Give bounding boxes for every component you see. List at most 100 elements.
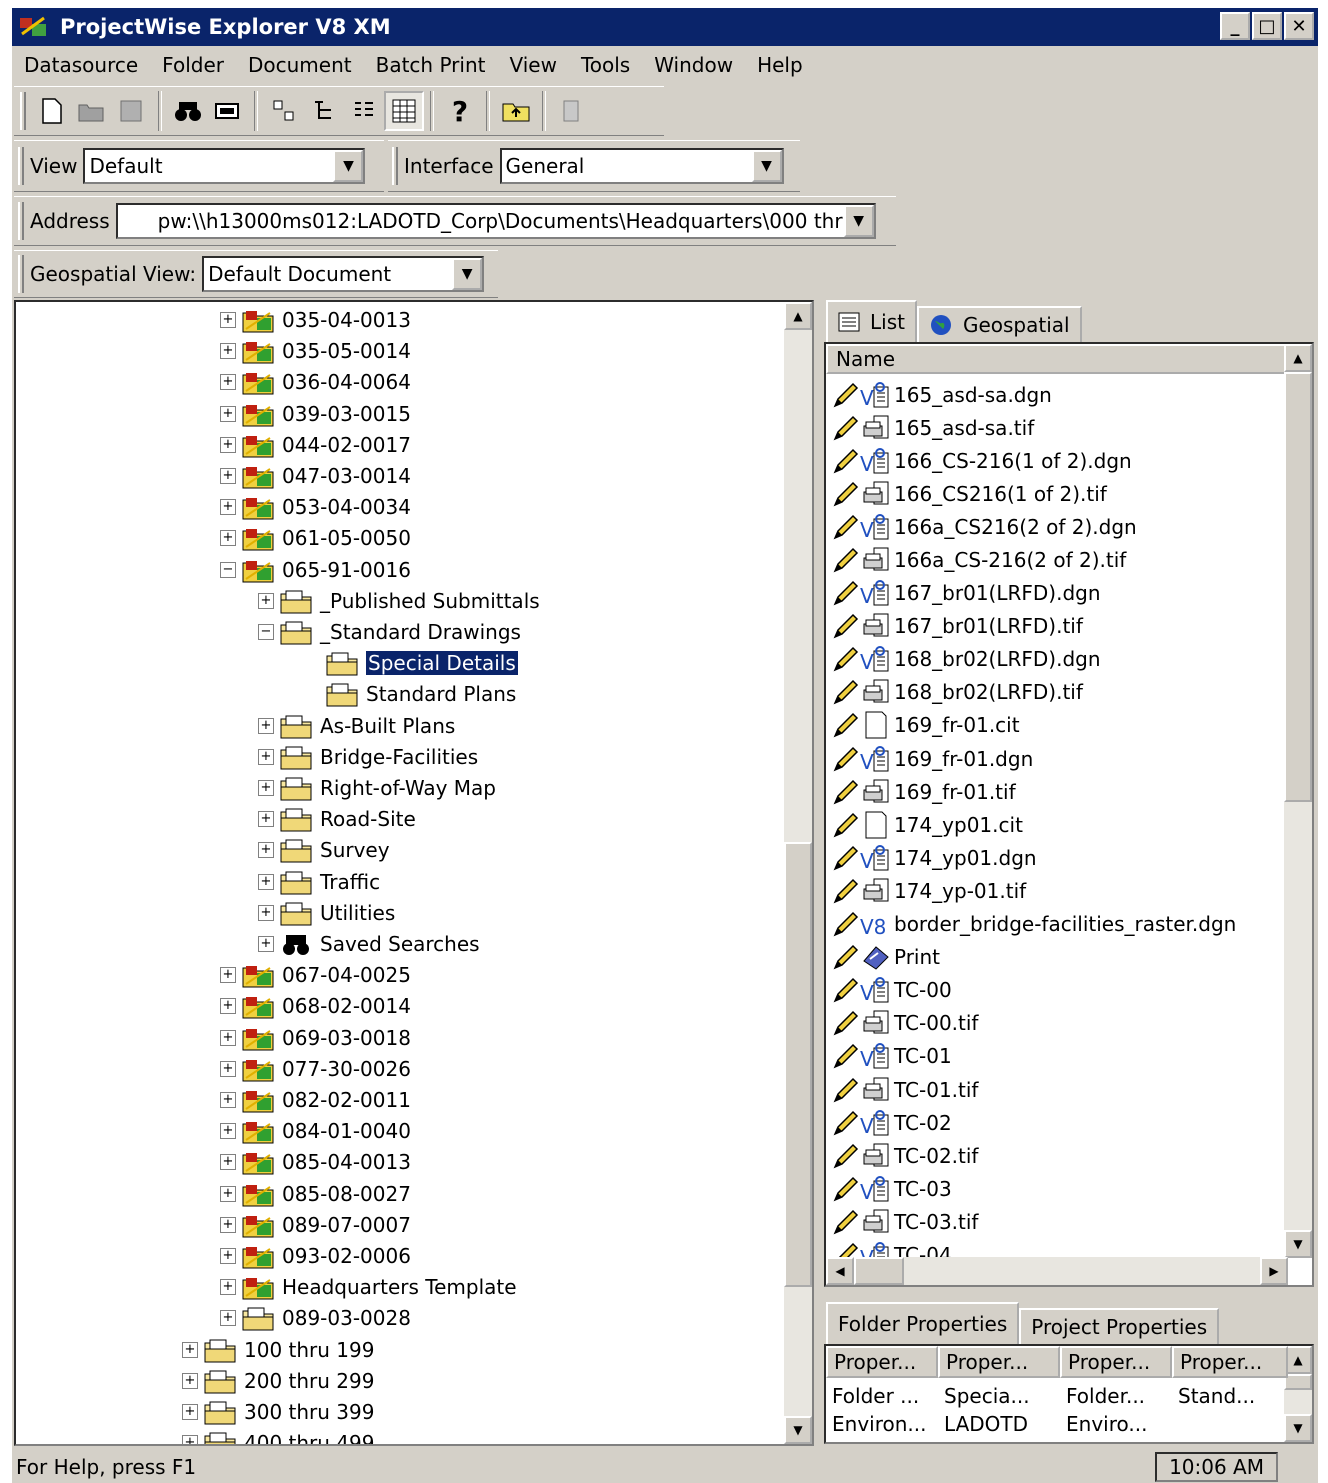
menu-tools[interactable]: Tools bbox=[569, 53, 642, 77]
expander-icon[interactable]: + bbox=[220, 1310, 236, 1327]
tree-scroll-thumb[interactable] bbox=[784, 842, 812, 1287]
expander-icon[interactable]: + bbox=[258, 873, 274, 890]
menu-document[interactable]: Document bbox=[236, 53, 364, 77]
list-item[interactable]: 174_yp-01.tif bbox=[826, 874, 1286, 907]
list-item[interactable]: V8 border_bridge-facilities_raster.dgn bbox=[826, 908, 1286, 941]
list-item[interactable]: V TC-04 bbox=[826, 1238, 1286, 1258]
expander-icon[interactable]: − bbox=[220, 561, 236, 578]
scroll-right-icon[interactable]: ▶ bbox=[1260, 1257, 1288, 1285]
tree-node[interactable]: +089-03-0028 bbox=[220, 1303, 411, 1333]
tab-folder-properties[interactable]: Folder Properties bbox=[826, 1302, 1020, 1344]
list-item[interactable]: V TC-03 bbox=[826, 1172, 1286, 1205]
tab-project-properties[interactable]: Project Properties bbox=[1019, 1308, 1220, 1344]
tab-geospatial[interactable]: Geospatial bbox=[916, 306, 1082, 342]
tree-node[interactable]: +039-03-0015 bbox=[220, 399, 411, 429]
props-column-header[interactable]: Proper... bbox=[938, 1346, 1060, 1378]
scroll-down-icon[interactable]: ▼ bbox=[1284, 1230, 1312, 1258]
tree-node[interactable]: + As-Built Plans bbox=[258, 711, 455, 741]
expander-icon[interactable]: + bbox=[258, 936, 274, 952]
list-item[interactable]: V 174_yp01.dgn bbox=[826, 841, 1286, 874]
expander-icon[interactable]: + bbox=[220, 967, 236, 984]
grid-icon[interactable] bbox=[384, 91, 424, 131]
expander-icon[interactable]: − bbox=[258, 624, 274, 640]
close-button[interactable]: ✕ bbox=[1284, 12, 1314, 40]
list-icon[interactable] bbox=[344, 91, 384, 131]
expander-icon[interactable]: + bbox=[258, 717, 274, 734]
list-item[interactable]: 167_br01(LRFD).tif bbox=[826, 610, 1286, 643]
expander-icon[interactable]: + bbox=[220, 499, 236, 516]
props-column-header[interactable]: Proper... bbox=[826, 1346, 938, 1378]
tree-node[interactable]: Special Details bbox=[304, 648, 518, 678]
menu-datasource[interactable]: Datasource bbox=[12, 53, 150, 77]
tree-node[interactable]: +035-05-0014 bbox=[220, 336, 411, 366]
expander-icon[interactable]: + bbox=[182, 1341, 198, 1358]
open-folder-icon[interactable] bbox=[72, 91, 112, 131]
scroll-down-icon[interactable]: ▼ bbox=[784, 1416, 812, 1444]
tree-node[interactable]: + Utilities bbox=[258, 898, 395, 928]
list-item[interactable]: V 167_br01(LRFD).dgn bbox=[826, 577, 1286, 610]
minimize-button[interactable]: _ bbox=[1220, 12, 1250, 40]
tree-node[interactable]: − 065-91-0016 bbox=[220, 555, 411, 585]
list-item[interactable]: 166_CS216(1 of 2).tif bbox=[826, 477, 1286, 510]
view-combo[interactable]: Default ▼ bbox=[83, 148, 366, 184]
tree-node[interactable]: +300 thru 399 bbox=[182, 1397, 374, 1427]
list-item[interactable]: TC-00.tif bbox=[826, 1007, 1286, 1040]
list-item[interactable]: Print bbox=[826, 941, 1286, 974]
props-scrollbar[interactable]: ▲ ▼ bbox=[1284, 1346, 1312, 1442]
expander-icon[interactable]: + bbox=[182, 1404, 198, 1420]
expander-icon[interactable]: + bbox=[220, 468, 236, 484]
expander-icon[interactable]: + bbox=[258, 592, 274, 609]
tree-scrollbar[interactable]: ▲ ▼ bbox=[784, 302, 812, 1444]
tree-node[interactable]: + Traffic bbox=[258, 867, 380, 897]
scroll-left-icon[interactable]: ◀ bbox=[826, 1257, 854, 1285]
list-item[interactable]: TC-03.tif bbox=[826, 1205, 1286, 1238]
document-list[interactable]: Name V 165_asd-sa.dgn 165_asd-sa.tif V 166_C… bbox=[824, 342, 1314, 1287]
expander-icon[interactable]: + bbox=[182, 1372, 198, 1389]
new-document-icon[interactable] bbox=[32, 91, 72, 131]
scroll-up-icon[interactable]: ▲ bbox=[1284, 344, 1312, 372]
list-item[interactable]: 165_asd-sa.tif bbox=[826, 411, 1286, 444]
tab-list[interactable]: List bbox=[826, 300, 917, 342]
list-item[interactable]: 169_fr-01.tif bbox=[826, 775, 1286, 808]
folder-tree[interactable]: ▲ ▼ +035-04-0013 +035-05-0014 +036-04-0064… bbox=[14, 300, 814, 1446]
list-item[interactable]: V 165_asd-sa.dgn bbox=[826, 378, 1286, 411]
maximize-button[interactable]: □ bbox=[1252, 12, 1282, 40]
expander-icon[interactable]: + bbox=[220, 312, 236, 328]
expander-icon[interactable]: + bbox=[258, 904, 274, 921]
expander-icon[interactable]: + bbox=[220, 1123, 236, 1140]
chevron-down-icon[interactable]: ▼ bbox=[843, 205, 874, 237]
tree-node[interactable]: +084-01-0040 bbox=[220, 1116, 411, 1146]
expander-icon[interactable]: + bbox=[220, 1029, 236, 1046]
expander-icon[interactable]: + bbox=[220, 1248, 236, 1264]
list-item[interactable]: 174_yp01.cit bbox=[826, 808, 1286, 841]
list-item[interactable]: 168_br02(LRFD).tif bbox=[826, 676, 1286, 709]
tree-node[interactable]: + Bridge-Facilities bbox=[258, 742, 478, 772]
toolbar-grip[interactable] bbox=[20, 92, 26, 130]
expander-icon[interactable]: + bbox=[258, 780, 274, 796]
find-icon[interactable] bbox=[168, 91, 208, 131]
menu-batch-print[interactable]: Batch Print bbox=[364, 53, 498, 77]
list-item[interactable]: V TC-01 bbox=[826, 1040, 1286, 1073]
help-icon[interactable]: ? bbox=[440, 91, 480, 131]
tree-node[interactable]: − _Standard Drawings bbox=[258, 617, 521, 647]
list-item[interactable]: TC-01.tif bbox=[826, 1073, 1286, 1106]
expander-icon[interactable]: + bbox=[258, 842, 274, 859]
tree-node[interactable]: +061-05-0050 bbox=[220, 523, 411, 553]
menu-help[interactable]: Help bbox=[745, 53, 815, 77]
column-header-name[interactable]: Name bbox=[826, 344, 1288, 374]
list-item[interactable]: V TC-00 bbox=[826, 974, 1286, 1007]
tree-node[interactable]: + Survey bbox=[258, 835, 390, 865]
expander-icon[interactable]: + bbox=[258, 811, 274, 828]
tree-node[interactable]: + Road-Site bbox=[258, 804, 416, 834]
tree-node[interactable]: +100 thru 199 bbox=[182, 1335, 374, 1365]
tree-node[interactable]: +053-04-0034 bbox=[220, 492, 411, 522]
props-column-header[interactable]: Proper... bbox=[1172, 1346, 1288, 1378]
menu-window[interactable]: Window bbox=[642, 53, 745, 77]
props-column-header[interactable]: Proper... bbox=[1060, 1346, 1172, 1378]
menu-folder[interactable]: Folder bbox=[150, 53, 236, 77]
expander-icon[interactable]: + bbox=[220, 1154, 236, 1171]
chevron-down-icon[interactable]: ▼ bbox=[751, 150, 782, 182]
tree-node[interactable]: Standard Plans bbox=[304, 679, 516, 709]
tree-node[interactable]: +067-04-0025 bbox=[220, 960, 411, 990]
scroll-up-icon[interactable]: ▲ bbox=[1284, 1346, 1312, 1374]
